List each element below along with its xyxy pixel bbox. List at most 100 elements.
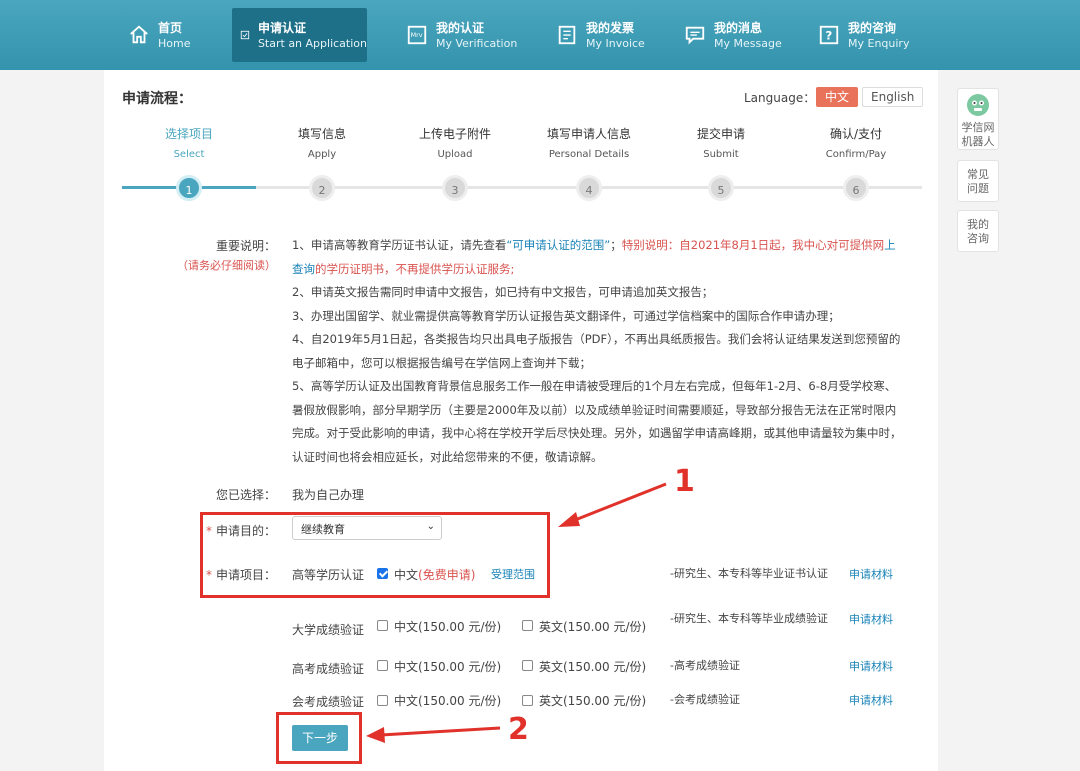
step-6: 确认/支付 Confirm/Pay <box>801 126 911 162</box>
nav-home-en: Home <box>158 36 191 50</box>
step-4-cn: 填写申请人信息 <box>546 127 631 141</box>
huikao-chinese-option: 中文(150.00 元/份) <box>394 694 502 708</box>
annotation-arrow-2 <box>366 726 501 743</box>
item-name-university: 大学成绩验证 <box>292 623 365 637</box>
university-material-link[interactable]: 申请材料 <box>849 611 893 627</box>
step-circle-5: 5 <box>708 175 734 201</box>
gaokao-english-option: 英文(150.00 元/份) <box>539 660 647 674</box>
step-3-cn: 上传电子附件 <box>418 127 491 141</box>
nav-start-application[interactable]: 申请认证 Start an Application <box>232 8 367 62</box>
nav-enquiry-en: My Enquiry <box>848 36 910 50</box>
step-circle-3: 3 <box>442 175 468 201</box>
item-name-gaokao: 高考成绩验证 <box>292 662 365 676</box>
step-1: 选择项目 Select <box>134 126 244 162</box>
degree-material-link[interactable]: 申请材料 <box>849 566 893 582</box>
step-3-en: Upload <box>437 149 473 160</box>
university-english-option: 英文(150.00 元/份) <box>539 620 647 634</box>
step-5: 提交申请 Submit <box>666 126 776 162</box>
note-3: 3、办理出国留学、就业需提供高等教育学历认证报告英文翻译件，可通过学信档案中的国… <box>292 308 840 323</box>
nav-home-cn: 首页 <box>158 20 183 35</box>
notes-warning: （请务必仔细阅读） <box>177 259 276 272</box>
nav-message-cn: 我的消息 <box>714 20 763 35</box>
chosen-value: 我为自己办理 <box>292 488 365 502</box>
gaokao-material-link[interactable]: 申请材料 <box>849 658 893 674</box>
step-circle-2: 2 <box>309 175 335 201</box>
nav-invoice-en: My Invoice <box>586 36 645 50</box>
language-label: Language： <box>744 91 816 105</box>
annotation-number-1: 1 <box>674 464 695 499</box>
note-1-text: 1、申请高等教育学历证书认证，请先查看 <box>292 238 507 252</box>
nav-home[interactable]: 首页 Home <box>128 8 190 62</box>
faq-button[interactable]: 常见问题 <box>957 160 999 202</box>
step-2-en: Apply <box>307 149 337 160</box>
language-english-button[interactable]: English <box>862 87 924 107</box>
step-5-en: Submit <box>703 149 739 160</box>
robot-icon <box>967 94 989 116</box>
step-6-en: Confirm/Pay <box>825 149 887 160</box>
annotation-box-2 <box>276 712 362 764</box>
top-navigation: 首页 Home 申请认证 Start an Application Mrv 我的认证… <box>0 0 1080 70</box>
nav-verification-en: My Verification <box>436 36 518 50</box>
nav-my-verification[interactable]: Mrv 我的认证 My Verification <box>406 8 517 62</box>
huikao-english-option: 英文(150.00 元/份) <box>539 694 647 708</box>
verification-icon: Mrv <box>407 25 427 45</box>
home-icon <box>130 25 148 44</box>
invoice-icon <box>558 25 576 45</box>
nav-start-cn: 申请认证 <box>257 20 306 35</box>
degree-description: -研究生、本专科等毕业证书认证 <box>670 567 828 580</box>
notes-label: 重要说明： <box>215 239 276 253</box>
robot-label: 学信网机器人 <box>961 121 995 148</box>
gaokao-english-checkbox[interactable] <box>522 660 533 671</box>
step-5-cn: 提交申请 <box>696 127 745 141</box>
annotation-number-2: 2 <box>508 712 529 747</box>
step-2-cn: 填写信息 <box>297 127 346 141</box>
gaokao-chinese-option: 中文(150.00 元/份) <box>394 660 502 674</box>
university-english-checkbox[interactable] <box>522 620 533 631</box>
step-circle-1: 1 <box>176 175 202 201</box>
nav-start-en: Start an Application <box>257 36 367 50</box>
huikao-description: -会考成绩验证 <box>670 693 740 706</box>
note-1-sep: ； <box>610 238 622 252</box>
huikao-chinese-checkbox[interactable] <box>377 695 388 706</box>
robot-assistant[interactable]: 学信网机器人 <box>957 88 999 150</box>
step-1-en: Select <box>173 149 205 160</box>
note-5: 5、高等学历认证及出国教育背景信息服务工作一般在申请被受理后的1个月左右完成，但… <box>292 379 902 464</box>
nav-my-enquiry[interactable]: ? 我的咨询 My Enquiry <box>818 8 909 62</box>
language-chinese-button[interactable]: 中文 <box>816 87 859 107</box>
nav-invoice-cn: 我的发票 <box>586 20 635 35</box>
huikao-english-checkbox[interactable] <box>522 695 533 706</box>
gaokao-chinese-checkbox[interactable] <box>377 660 388 671</box>
note-1: 1、申请高等教育学历证书认证，请先查看“可申请认证的范围”；特别说明：自2021… <box>292 234 906 281</box>
nav-verification-cn: 我的认证 <box>436 20 485 35</box>
important-notes: 1、申请高等教育学历证书认证，请先查看“可申请认证的范围”；特别说明：自2021… <box>292 234 906 469</box>
page-title: 申请流程： <box>122 91 192 107</box>
gaokao-description: -高考成绩验证 <box>670 659 740 672</box>
item-name-huikao: 会考成绩验证 <box>292 695 365 709</box>
nav-my-invoice[interactable]: 我的发票 My Invoice <box>556 8 645 62</box>
checkbox-icon <box>240 30 250 40</box>
university-chinese-option: 中文(150.00 元/份) <box>394 620 502 634</box>
step-4-en: Personal Details <box>548 149 630 160</box>
huikao-material-link[interactable]: 申请材料 <box>849 692 893 708</box>
step-1-cn: 选择项目 <box>164 127 213 141</box>
my-enquiry-side-button[interactable]: 我的咨询 <box>957 210 999 252</box>
step-6-cn: 确认/支付 <box>829 127 883 141</box>
note-1-special-2: 的学历证明书，不再提供学历认证服务; <box>315 261 515 276</box>
nav-enquiry-cn: 我的咨询 <box>848 20 897 35</box>
step-circle-4: 4 <box>576 175 602 201</box>
main-panel: 申请流程： Language： 中文 English 选择项目 Select 填写… <box>104 70 938 771</box>
chosen-label: 您已选择： <box>215 488 276 502</box>
annotation-arrow-1 <box>558 482 667 527</box>
step-2: 填写信息 Apply <box>267 126 377 162</box>
step-4: 填写申请人信息 Personal Details <box>534 126 644 162</box>
svg-text:?: ? <box>825 29 832 43</box>
note-1-special: 特别说明：自2021年8月1日起，我中心对可提供网 <box>621 238 885 252</box>
note-2: 2、申请英文报告需同时申请中文报告，如已持有中文报告，可申请追加英文报告； <box>292 285 714 299</box>
step-circle-6: 6 <box>843 175 869 201</box>
annotation-box-1 <box>200 512 550 598</box>
university-chinese-checkbox[interactable] <box>377 620 388 631</box>
step-3: 上传电子附件 Upload <box>400 126 510 162</box>
note-4: 4、自2019年5月1日起，各类报告均只出具电子版报告（PDF），不再出具纸质报… <box>292 332 901 370</box>
scope-link[interactable]: “可申请认证的范围” <box>506 238 610 252</box>
nav-my-message[interactable]: 我的消息 My Message <box>684 8 782 62</box>
